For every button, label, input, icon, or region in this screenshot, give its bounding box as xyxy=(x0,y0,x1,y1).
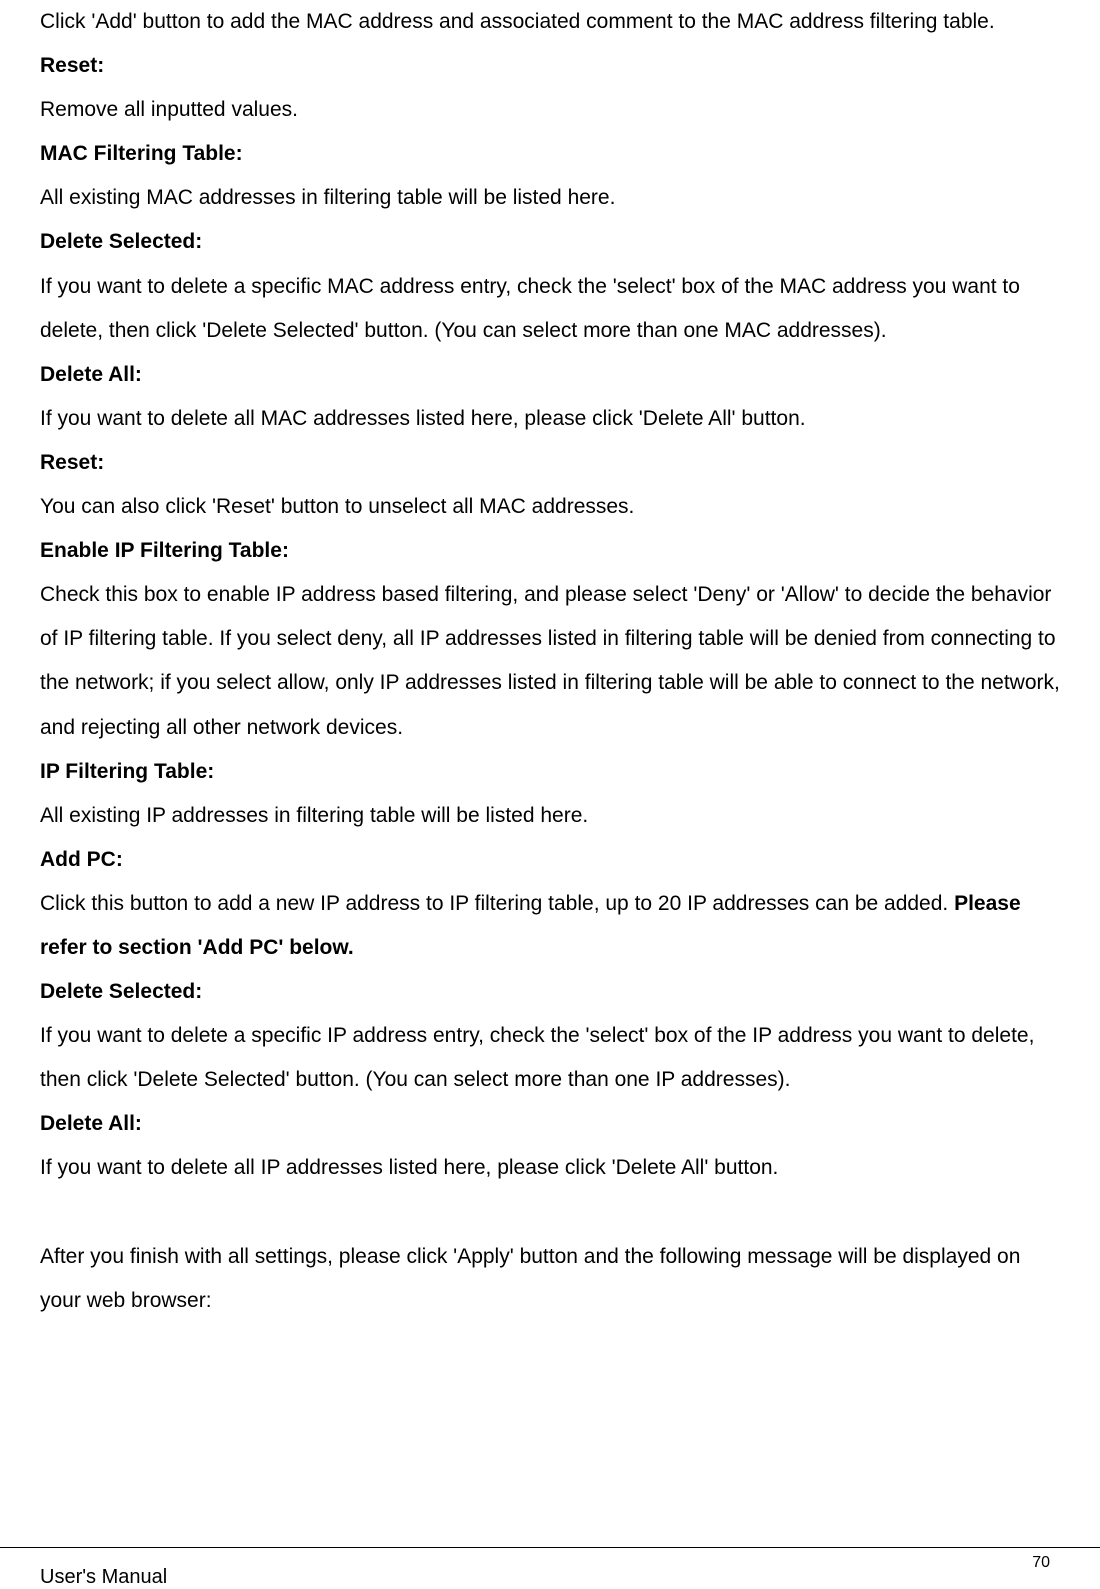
page-content: Click 'Add' button to add the MAC addres… xyxy=(0,0,1100,1323)
page-footer: User's Manual 70 xyxy=(0,1547,1100,1558)
paragraph-reset-2: You can also click 'Reset' button to uns… xyxy=(40,485,1060,529)
heading-delete-all-1: Delete All: xyxy=(40,353,1060,397)
paragraph-reset-1: Remove all inputted values. xyxy=(40,88,1060,132)
heading-ip-filtering-table: IP Filtering Table: xyxy=(40,750,1060,794)
page-number: 70 xyxy=(1032,1554,1050,1572)
paragraph-delete-selected-2: If you want to delete a specific IP addr… xyxy=(40,1014,1060,1102)
paragraph-add: Click 'Add' button to add the MAC addres… xyxy=(40,0,1060,44)
heading-mac-filtering-table: MAC Filtering Table: xyxy=(40,132,1060,176)
paragraph-delete-selected-1: If you want to delete a specific MAC add… xyxy=(40,265,1060,353)
paragraph-add-pc: Click this button to add a new IP addres… xyxy=(40,882,1060,970)
spacer xyxy=(40,1191,1060,1235)
paragraph-add-pc-text: Click this button to add a new IP addres… xyxy=(40,892,954,915)
heading-reset-2: Reset: xyxy=(40,441,1060,485)
heading-add-pc: Add PC: xyxy=(40,838,1060,882)
heading-delete-selected-1: Delete Selected: xyxy=(40,220,1060,264)
paragraph-delete-all-2: If you want to delete all IP addresses l… xyxy=(40,1146,1060,1190)
heading-enable-ip-filtering: Enable IP Filtering Table: xyxy=(40,529,1060,573)
paragraph-ip-filtering-table: All existing IP addresses in filtering t… xyxy=(40,794,1060,838)
paragraph-delete-all-1: If you want to delete all MAC addresses … xyxy=(40,397,1060,441)
paragraph-apply: After you finish with all settings, plea… xyxy=(40,1235,1060,1323)
heading-reset-1: Reset: xyxy=(40,44,1060,88)
heading-delete-all-2: Delete All: xyxy=(40,1102,1060,1146)
paragraph-enable-ip-filtering: Check this box to enable IP address base… xyxy=(40,573,1060,749)
paragraph-mac-filtering-table: All existing MAC addresses in filtering … xyxy=(40,176,1060,220)
heading-delete-selected-2: Delete Selected: xyxy=(40,970,1060,1014)
